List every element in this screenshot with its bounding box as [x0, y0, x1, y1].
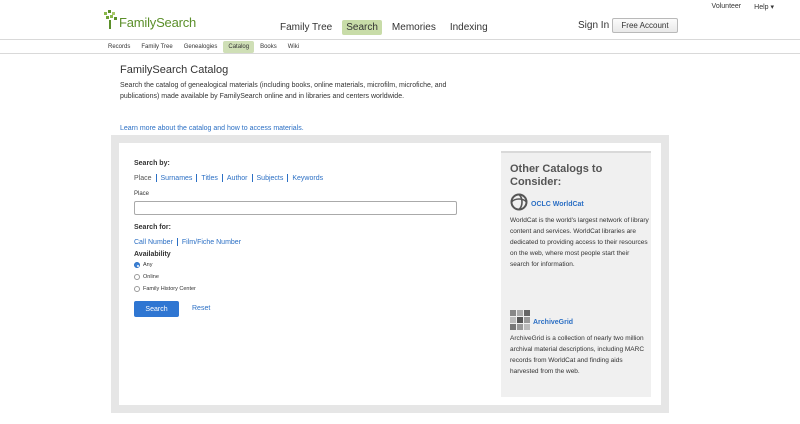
utility-nav: Volunteer Help ▾ — [712, 3, 774, 11]
tab-keywords[interactable]: Keywords — [288, 175, 327, 182]
worldcat-description: WorldCat is the world's largest network … — [510, 217, 649, 268]
subnav-records[interactable]: Records — [103, 41, 135, 53]
main-nav: Family Tree Search Memories Indexing — [276, 20, 492, 35]
availability-any[interactable]: Any — [134, 262, 152, 268]
search-by-tabs: Place Surnames Titles Author Subjects Ke… — [134, 174, 327, 182]
volunteer-link[interactable]: Volunteer — [712, 3, 742, 11]
archivegrid-header: ArchiveGrid — [510, 310, 573, 335]
subnav-genealogies[interactable]: Genealogies — [179, 41, 223, 53]
tab-subjects[interactable]: Subjects — [253, 175, 288, 182]
film-fiche-number-link[interactable]: Film/Fiche Number — [178, 239, 245, 246]
nav-indexing[interactable]: Indexing — [446, 20, 492, 35]
call-number-link[interactable]: Call Number — [134, 239, 177, 246]
archivegrid-description: ArchiveGrid is a collection of nearly tw… — [510, 335, 645, 375]
subnav-books[interactable]: Books — [255, 41, 282, 53]
familysearch-logo[interactable]: FamilySearch — [103, 10, 196, 35]
tree-logo-icon — [103, 10, 118, 35]
worldcat-header: OCLC WorldCat — [510, 193, 584, 216]
subnav-wiki[interactable]: Wiki — [283, 41, 304, 53]
place-field-label: Place — [134, 191, 150, 197]
sidebar-title: Other Catalogs to Consider: — [510, 163, 603, 188]
search-panel: Search by: Place Surnames Titles Author … — [111, 135, 669, 413]
tab-surnames[interactable]: Surnames — [157, 175, 197, 182]
radio-any[interactable] — [134, 262, 140, 268]
radio-online[interactable] — [134, 274, 140, 280]
archivegrid-link[interactable]: ArchiveGrid — [533, 319, 573, 326]
nav-family-tree[interactable]: Family Tree — [276, 20, 336, 35]
tab-place[interactable]: Place — [134, 175, 156, 182]
search-by-label: Search by: — [134, 160, 170, 167]
page-description: Search the catalog of genealogical mater… — [120, 82, 447, 100]
site-header: Volunteer Help ▾ FamilySearch Family Tre… — [0, 0, 800, 40]
archivegrid-logo-icon — [510, 310, 530, 335]
help-menu[interactable]: Help ▾ — [754, 3, 774, 11]
search-for-label: Search for: — [134, 224, 171, 231]
subnav-catalog[interactable]: Catalog — [223, 41, 255, 53]
learn-more-link[interactable]: Learn more about the catalog and how to … — [120, 125, 304, 132]
page-title: FamilySearch Catalog — [120, 64, 229, 76]
other-catalogs-sidebar: Other Catalogs to Consider: OCLC WorldCa… — [501, 151, 651, 397]
tab-author[interactable]: Author — [223, 175, 252, 182]
nav-memories[interactable]: Memories — [388, 20, 440, 35]
search-panel-body: Search by: Place Surnames Titles Author … — [119, 143, 661, 405]
search-button[interactable]: Search — [134, 301, 179, 317]
nav-search[interactable]: Search — [342, 20, 382, 35]
availability-family-history-center[interactable]: Family History Center — [134, 286, 196, 292]
reset-link[interactable]: Reset — [192, 305, 210, 312]
radio-family-history-center[interactable] — [134, 286, 140, 292]
availability-label: Availability — [134, 251, 171, 258]
tab-titles[interactable]: Titles — [197, 175, 221, 182]
brand-name: FamilySearch — [119, 15, 197, 30]
free-account-button[interactable]: Free Account — [612, 18, 678, 33]
sub-nav: Records Family Tree Genealogies Catalog … — [0, 40, 800, 54]
sign-in-link[interactable]: Sign In — [578, 20, 609, 31]
subnav-family-tree[interactable]: Family Tree — [136, 41, 177, 53]
worldcat-link[interactable]: OCLC WorldCat — [531, 201, 584, 208]
availability-online[interactable]: Online — [134, 274, 159, 280]
search-for-links: Call Number Film/Fiche Number — [134, 238, 245, 246]
place-input[interactable] — [134, 201, 457, 215]
worldcat-logo-icon — [510, 193, 528, 216]
